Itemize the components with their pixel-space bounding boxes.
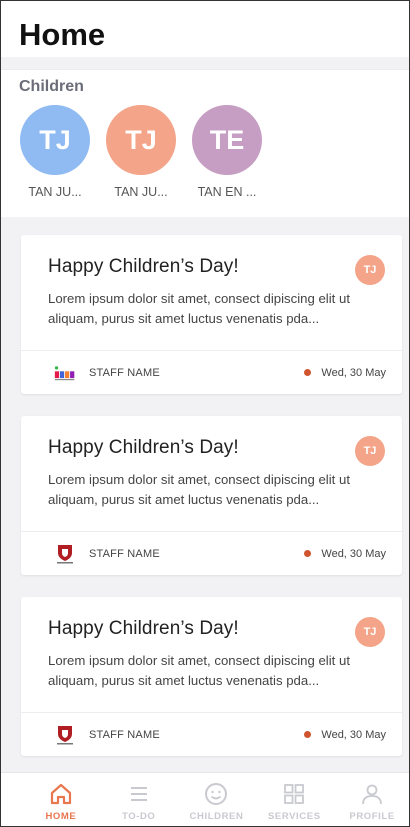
card-date: Wed, 30 May — [321, 728, 386, 741]
header: Home — [1, 1, 409, 57]
card-title: Happy Children’s Day! — [48, 437, 239, 458]
child-name: TAN JU... — [114, 185, 168, 199]
tab-profile[interactable]: PROFILE — [333, 773, 409, 826]
staff-name: STAFF NAME — [89, 728, 160, 741]
child-name: TAN JU... — [28, 185, 82, 199]
card-text: Lorem ipsum dolor sit amet, consect dipi… — [48, 653, 350, 688]
card-body[interactable]: Happy Children’s Day! Lorem ipsum dolor … — [21, 416, 402, 531]
card-footer: STAFF NAME Wed, 30 May — [21, 712, 402, 756]
children-list: TJ TAN JU... TJ TAN JU... TE TAN EN ... — [19, 105, 409, 199]
person-icon — [362, 784, 382, 805]
child-item[interactable]: TJ TAN JU... — [105, 105, 177, 199]
card-body[interactable]: Happy Children’s Day! Lorem ipsum dolor … — [21, 597, 402, 712]
date-dot — [304, 369, 312, 376]
child-badge: TJ — [355, 255, 385, 285]
page-title: Home — [19, 17, 106, 52]
child-avatar[interactable]: TE — [192, 105, 262, 175]
child-item[interactable]: TJ TAN JU... — [19, 105, 91, 199]
list-icon — [130, 787, 147, 801]
grid-icon — [284, 784, 305, 804]
child-badge: TJ — [355, 436, 385, 466]
card-footer: STAFF NAME Wed, 30 May — [21, 350, 402, 394]
card-title: Happy Children’s Day! — [48, 618, 239, 639]
announcement-card[interactable]: Happy Children’s Day! Lorem ipsum dolor … — [21, 416, 402, 575]
staff-name: STAFF NAME — [89, 547, 160, 560]
card-date: Wed, 30 May — [321, 547, 386, 560]
tab-label: CHILDREN — [189, 811, 244, 822]
card-title: Happy Children’s Day! — [48, 256, 239, 277]
date-dot — [304, 731, 312, 738]
date-dot — [304, 550, 312, 557]
smiley-icon — [205, 783, 228, 805]
card-text: Lorem ipsum dolor sit amet, consect dipi… — [48, 291, 350, 326]
crest-logo-icon — [54, 724, 76, 746]
tab-label: HOME — [45, 811, 77, 822]
crest-logo-icon — [54, 543, 76, 565]
child-avatar[interactable]: TJ — [20, 105, 90, 175]
announcement-card[interactable]: Happy Children’s Day! Lorem ipsum dolor … — [21, 235, 402, 394]
tab-label: SERVICES — [267, 811, 321, 822]
tab-label: TO-DO — [121, 811, 156, 822]
tab-children[interactable]: CHILDREN — [178, 773, 256, 826]
card-body[interactable]: Happy Children’s Day! Lorem ipsum dolor … — [21, 235, 402, 350]
staff-name: STAFF NAME — [89, 366, 160, 379]
tab-services[interactable]: SERVICES — [255, 773, 333, 826]
child-item[interactable]: TE TAN EN ... — [191, 105, 263, 199]
tab-label: PROFILE — [349, 811, 395, 822]
child-avatar[interactable]: TJ — [106, 105, 176, 175]
bottom-tab-bar: HOME TO-DO CHILDREN SERVICES PROFILE — [1, 772, 409, 826]
tab-home[interactable]: HOME — [22, 773, 100, 826]
card-date: Wed, 30 May — [321, 366, 386, 379]
child-badge: TJ — [355, 617, 385, 647]
app-screen: Home Children TJ TAN JU... TJ TAN JU... … — [0, 0, 410, 827]
children-section-label: Children — [19, 78, 84, 95]
card-text: Lorem ipsum dolor sit amet, consect dipi… — [48, 472, 350, 507]
colorful-school-logo-icon — [54, 362, 76, 384]
tab-to-do[interactable]: TO-DO — [100, 773, 178, 826]
children-section: Children TJ TAN JU... TJ TAN JU... TE TA… — [1, 69, 409, 217]
child-name: TAN EN ... — [197, 185, 257, 199]
home-icon — [50, 783, 71, 805]
card-footer: STAFF NAME Wed, 30 May — [21, 531, 402, 575]
announcement-feed: Happy Children’s Day! Lorem ipsum dolor … — [1, 217, 409, 756]
announcement-card[interactable]: Happy Children’s Day! Lorem ipsum dolor … — [21, 597, 402, 756]
